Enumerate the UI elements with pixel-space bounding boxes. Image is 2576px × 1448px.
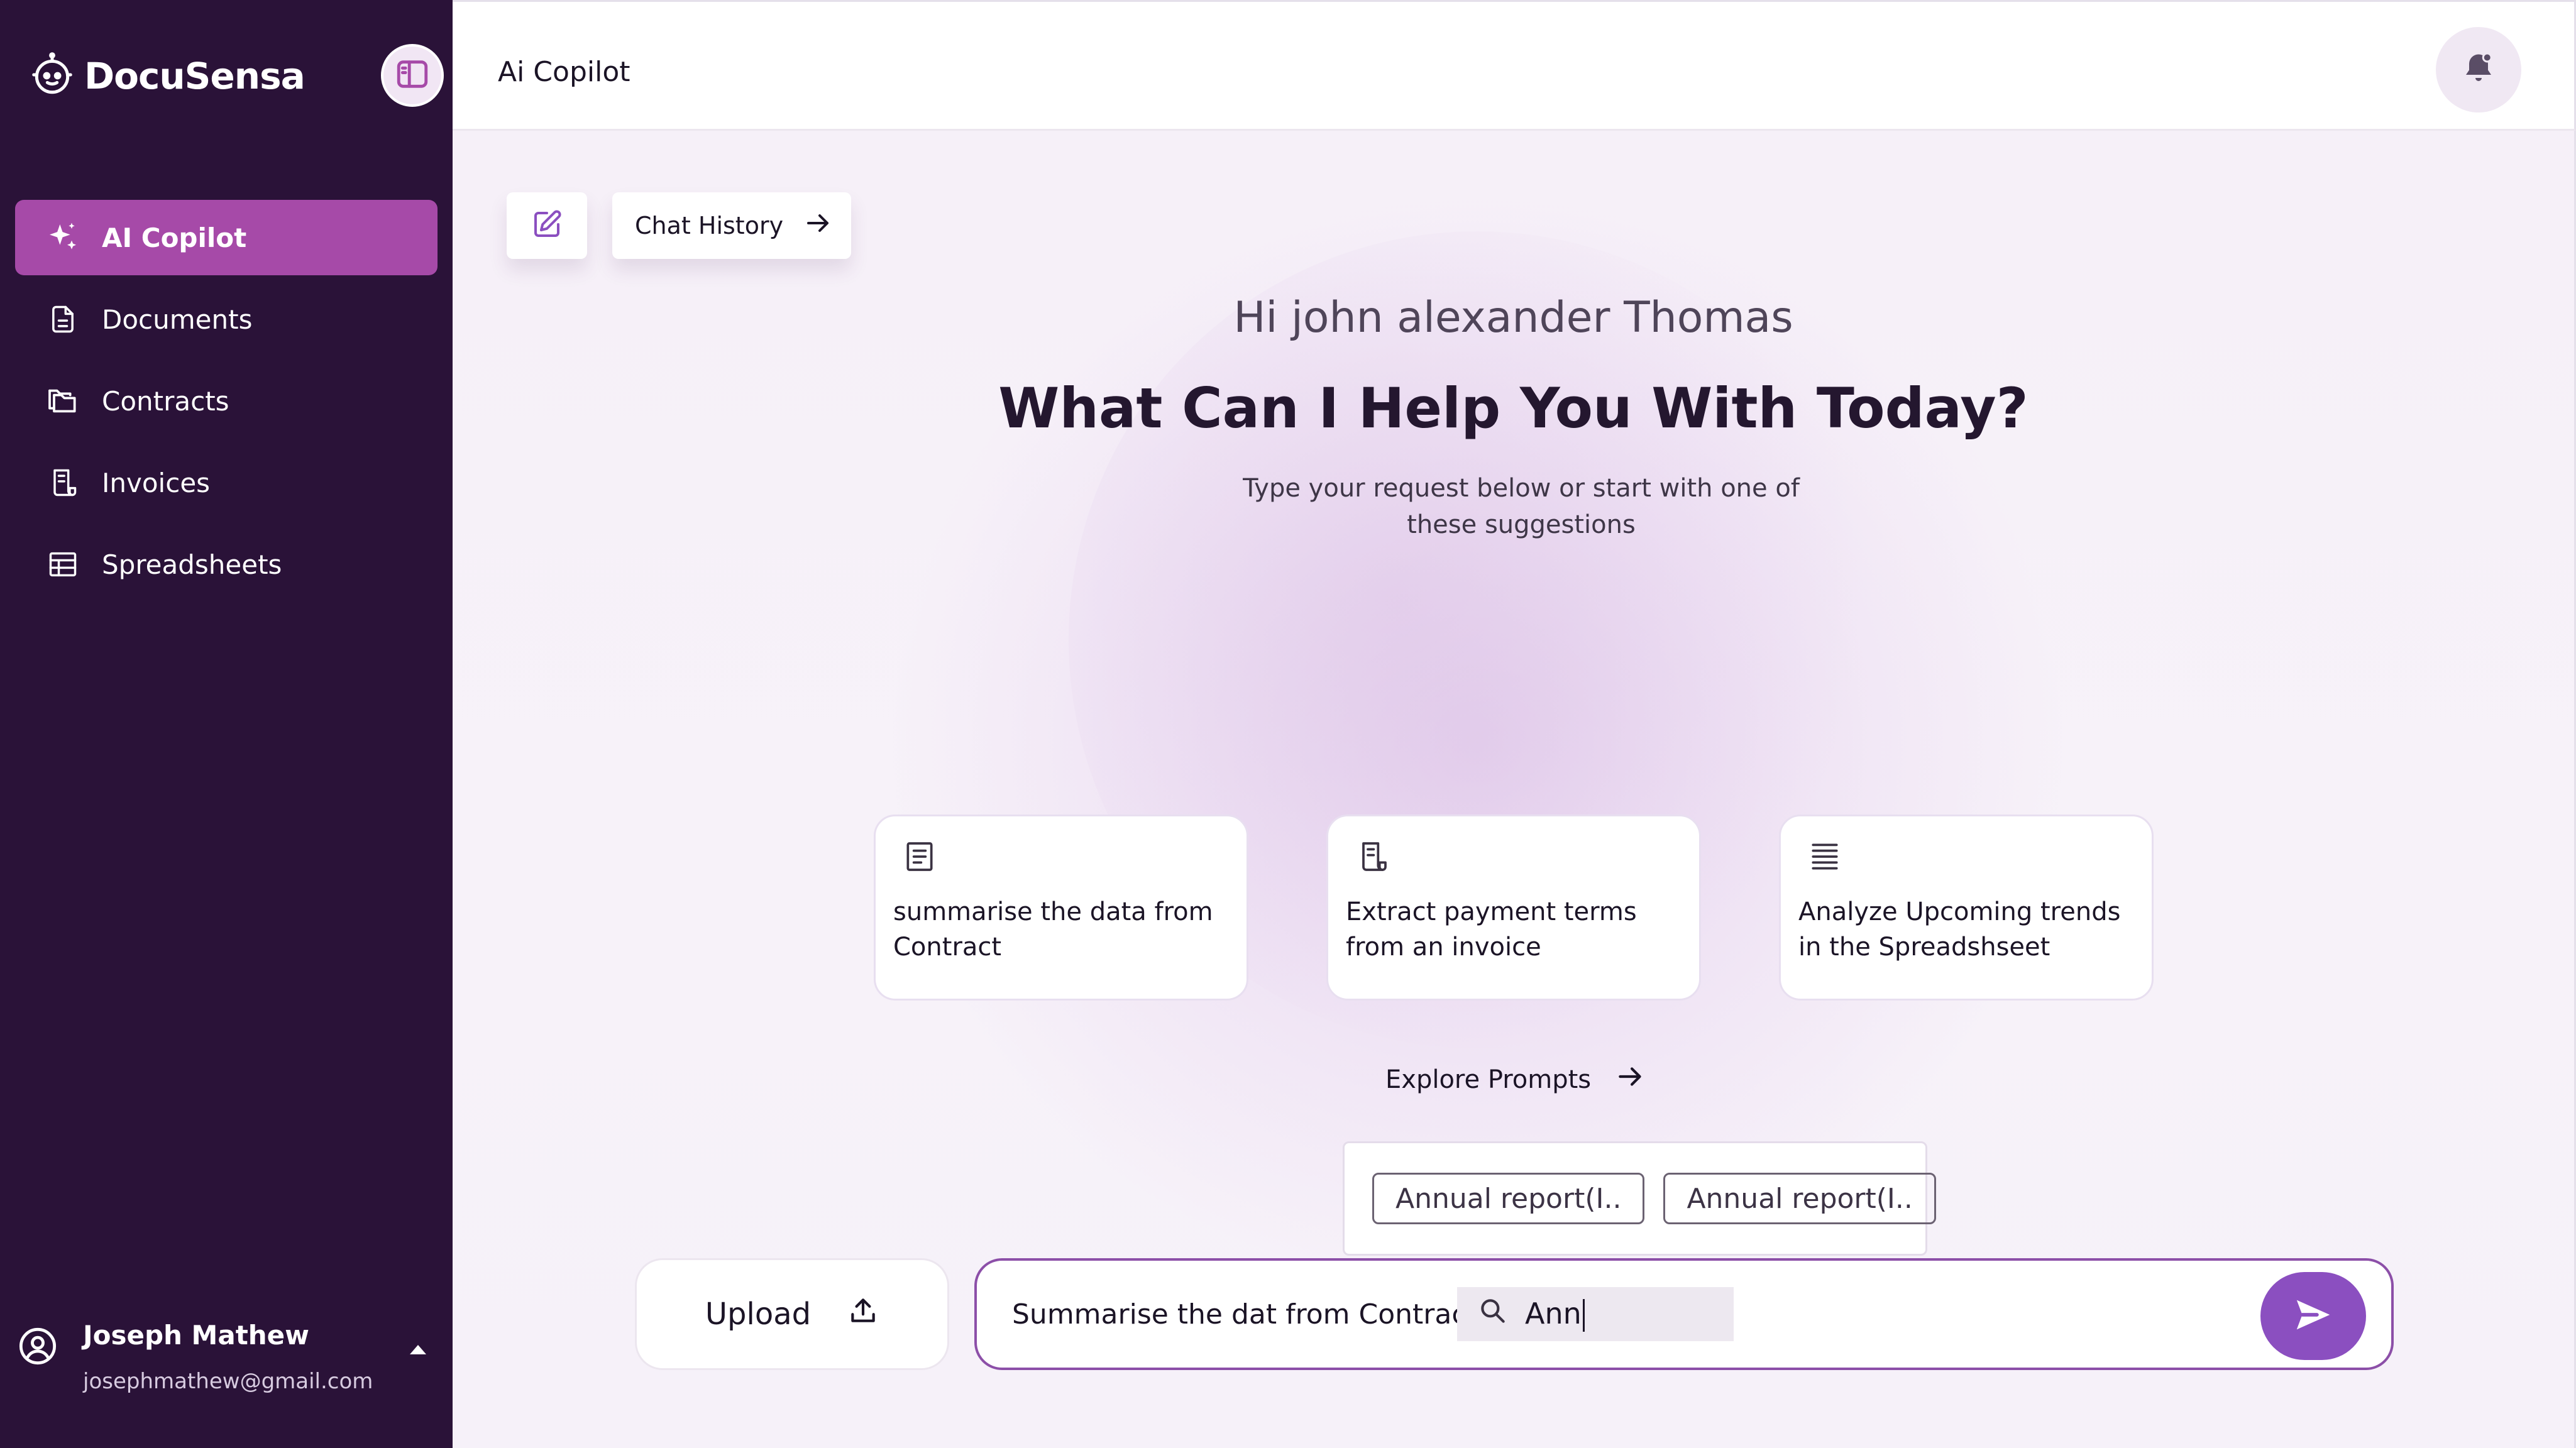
user-name: Joseph Mathew (83, 1320, 309, 1351)
user-avatar-icon (18, 1326, 58, 1369)
explore-prompts-label: Explore Prompts (1385, 1065, 1592, 1094)
app-logo[interactable]: DocuSensa (29, 52, 305, 101)
app-name: DocuSensa (84, 55, 305, 97)
top-bar: Ai Copilot (453, 0, 2576, 131)
sidebar-toggle-button[interactable] (381, 44, 444, 107)
mention-suggestions-popup: Annual report(I.. Annual report(I.. (1343, 1141, 1936, 1256)
receipt-icon (45, 465, 80, 500)
suggestion-text: summarise the data from Contract (893, 897, 1213, 962)
folder-icon (45, 383, 80, 419)
sidebar: DocuSensa AI Copilot Documents Contracts… (0, 0, 453, 1448)
lines-icon (1807, 839, 1842, 874)
sidebar-item-label: Contracts (102, 385, 229, 417)
notifications-button[interactable] (2436, 27, 2521, 112)
page-title: Ai Copilot (498, 56, 630, 88)
greeting-text: Hi john alexander Thomas (1233, 293, 1793, 343)
suggestion-card-spreadsheet[interactable]: Analyze Upcoming trends in the Spreadshs… (1779, 814, 2154, 1001)
suggestion-text: Analyze Upcoming trends in the Spreadshs… (1798, 897, 2121, 962)
suggestion-cards: summarise the data from Contract Extract… (874, 814, 2154, 1001)
send-button[interactable] (2260, 1272, 2366, 1360)
robot-logo-icon (29, 52, 75, 101)
sidebar-item-documents[interactable]: Documents (15, 282, 438, 357)
arrow-right-icon (803, 208, 834, 244)
bell-icon (2460, 50, 2497, 90)
mention-chip[interactable]: Annual report(I.. (1663, 1173, 1936, 1224)
mention-search-field[interactable]: Ann (1457, 1287, 1734, 1341)
search-icon (1477, 1295, 1509, 1334)
suggestion-card-invoice[interactable]: Extract payment terms from an invoice (1326, 814, 1701, 1001)
sidebar-item-spreadsheets[interactable]: Spreadsheets (15, 527, 438, 602)
sidebar-item-invoices[interactable]: Invoices (15, 445, 438, 520)
sidebar-item-label: Documents (102, 304, 253, 335)
sidebar-item-label: Invoices (102, 467, 211, 498)
user-email: josephmathew@gmail.com (83, 1369, 373, 1394)
edit-icon (530, 207, 564, 244)
main-content: Chat History Hi john alexander Thomas Wh… (453, 131, 2576, 1448)
headline: What Can I Help You With Today? (998, 376, 2028, 441)
document-icon (45, 302, 80, 337)
sidebar-panel-icon (394, 56, 431, 95)
mention-query: Ann (1525, 1297, 1585, 1332)
sidebar-item-label: Spreadsheets (102, 549, 282, 580)
new-chat-button[interactable] (507, 192, 587, 259)
receipt-icon (1355, 839, 1390, 874)
mention-chip[interactable]: Annual report(I.. (1372, 1173, 1645, 1224)
sidebar-item-label: AI Copilot (102, 222, 247, 253)
explore-prompts-link[interactable]: Explore Prompts (1385, 1061, 1646, 1099)
upload-button[interactable]: Upload (635, 1258, 949, 1370)
sidebar-nav: AI Copilot Documents Contracts Invoices … (15, 200, 438, 608)
arrow-right-icon (1615, 1061, 1646, 1099)
prompt-input[interactable]: Summarise the dat from Contract: Ann (974, 1258, 2394, 1370)
upload-label: Upload (705, 1297, 812, 1332)
subtext: Type your request below or start with on… (1243, 474, 1800, 539)
table-icon (45, 547, 80, 582)
sidebar-item-ai-copilot[interactable]: AI Copilot (15, 200, 438, 275)
upload-icon (847, 1295, 879, 1334)
chat-history-label: Chat History (635, 212, 784, 239)
suggestion-text: Extract payment terms from an invoice (1346, 897, 1637, 962)
sparkle-icon (45, 220, 80, 255)
prompt-text: Summarise the dat from Contract: (1012, 1298, 1487, 1330)
chat-history-button[interactable]: Chat History (612, 192, 851, 259)
sidebar-item-contracts[interactable]: Contracts (15, 363, 438, 439)
suggestion-card-contract[interactable]: summarise the data from Contract (874, 814, 1248, 1001)
document-icon (902, 839, 937, 874)
send-icon (2291, 1293, 2335, 1339)
caret-up-icon[interactable] (410, 1345, 426, 1354)
